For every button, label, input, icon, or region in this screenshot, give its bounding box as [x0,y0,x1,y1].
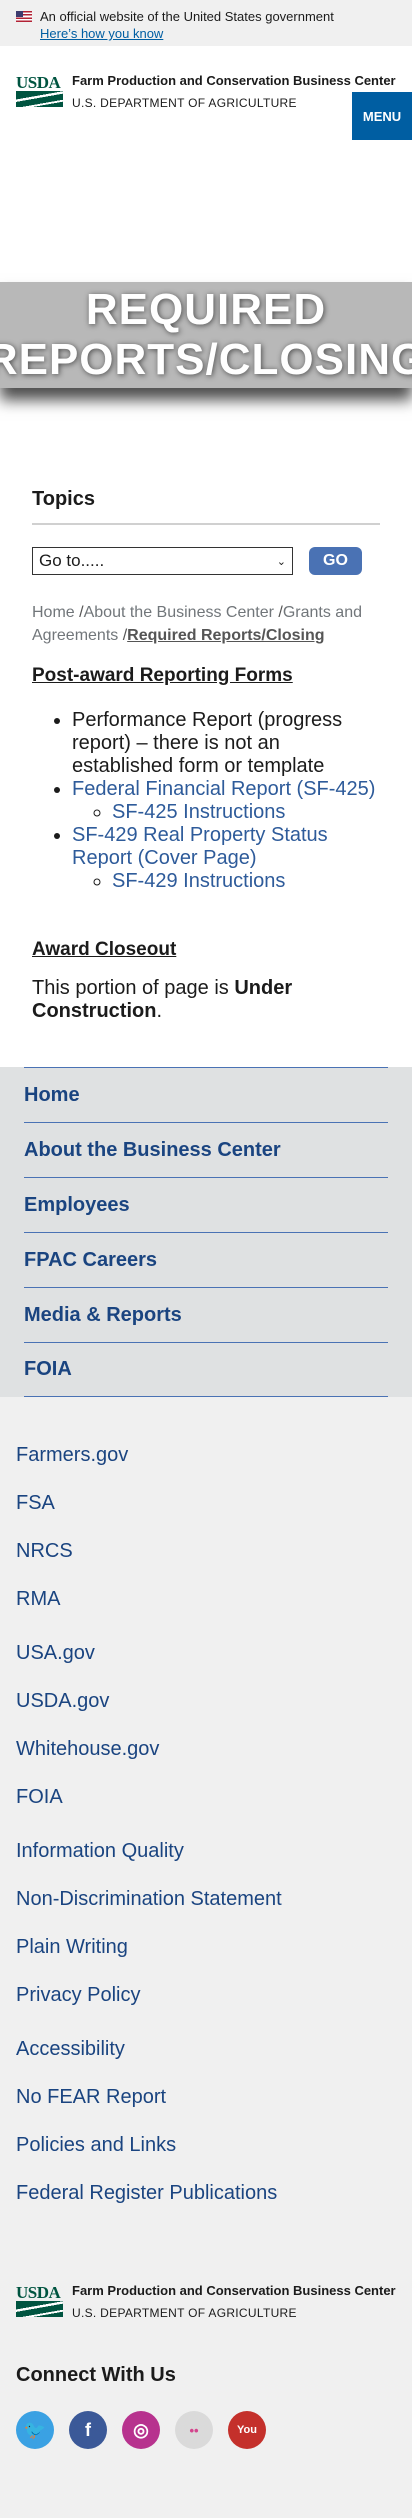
construction-prefix: This portion of page is [32,977,235,999]
usda-logo-text: USDA [16,2283,61,2302]
twitter-icon[interactable]: 🐦 [16,2411,54,2449]
footer-link[interactable]: Policies and Links [16,2133,396,2181]
agency-name: Farm Production and Conservation Busines… [72,73,396,88]
footer-link[interactable]: Non-Discrimination Statement [16,1887,396,1935]
facebook-icon[interactable]: f [69,2411,107,2449]
breadcrumb: Home /About the Business Center /Grants … [32,601,380,647]
breadcrumb-home[interactable]: Home [32,604,75,621]
sub-list: SF-429 Instructions [72,870,380,893]
footer-usda-logo[interactable]: USDA [16,2284,63,2317]
award-closeout-title: Award Closeout [32,939,177,960]
footer-identity: USDA Farm Production and Conservation Bu… [0,2229,412,2320]
footer-link[interactable]: FOIA [16,1785,396,1833]
footer-nav-home[interactable]: Home [24,1067,388,1122]
footer-link[interactable]: Information Quality [16,1839,396,1887]
main-content: Topics Go to..... ⌄ GO Home /About the B… [0,388,412,1023]
footer-link[interactable]: NRCS [16,1539,396,1587]
topics-title: Topics [32,488,380,525]
usda-logo[interactable]: USDA [16,74,63,107]
goto-select-value: Go to..... [39,551,105,570]
footer-link[interactable]: Privacy Policy [16,1983,396,2031]
goto-select[interactable]: Go to..... ⌄ [32,547,293,575]
usda-logo-sweep-icon [16,2301,63,2317]
reporting-forms-list: Performance Report (progress report) – t… [32,709,380,893]
sf429-link[interactable]: SF-429 Real Property Status Report (Cove… [72,824,328,869]
footer-nav-media[interactable]: Media & Reports [24,1287,388,1342]
footer-nav-foia[interactable]: FOIA [24,1342,388,1397]
construction-suffix: . [156,1000,162,1022]
chevron-down-icon: ⌄ [276,555,286,568]
footer-links: Farmers.gov FSA NRCS RMA USA.gov USDA.go… [0,1397,412,2229]
post-award-title: Post-award Reporting Forms [32,665,293,686]
footer-link[interactable]: Accessibility [16,2037,396,2085]
footer-link[interactable]: USA.gov [16,1641,396,1689]
footer-link[interactable]: RMA [16,1587,396,1635]
footer-link[interactable]: FSA [16,1491,396,1539]
hero-banner: REQUIRED REPORTS/CLOSING [0,282,412,388]
usda-logo-text: USDA [16,73,61,92]
page-title: REQUIRED REPORTS/CLOSING [0,285,412,384]
footer-agency-name: Farm Production and Conservation Busines… [72,2283,396,2298]
footer-link[interactable]: Farmers.gov [16,1443,396,1491]
list-item: Performance Report (progress report) – t… [72,709,380,778]
connect-title: Connect With Us [16,2364,176,2386]
department-name: U.S. DEPARTMENT OF AGRICULTURE [72,96,297,110]
site-header: USDA Farm Production and Conservation Bu… [0,46,412,140]
footer-nav-employees[interactable]: Employees [24,1177,388,1232]
footer-nav: Home About the Business Center Employees… [0,1067,412,1397]
sf425-instructions-link[interactable]: SF-425 Instructions [112,801,285,823]
menu-button[interactable]: MENU [352,92,412,140]
footer-link[interactable]: No FEAR Report [16,2085,396,2133]
list-item: SF-425 Instructions [112,801,380,824]
heres-how-you-know-link[interactable]: Here’s how you know [40,25,396,42]
footer-link[interactable]: Federal Register Publications [16,2181,396,2229]
agency-identity: Farm Production and Conservation Busines… [72,74,396,140]
footer-link[interactable]: USDA.gov [16,1689,396,1737]
list-item: SF-429 Instructions [112,870,380,893]
connect-section: Connect With Us 🐦 f ◎ •• You [0,2320,412,2518]
footer-link[interactable]: Whitehouse.gov [16,1737,396,1785]
us-flag-icon [16,11,32,22]
sf429-instructions-link[interactable]: SF-429 Instructions [112,870,285,892]
agency-links: Farmers.gov FSA NRCS RMA [16,1443,396,1635]
compliance-links: Accessibility No FEAR Report Policies an… [16,2037,396,2229]
list-item: SF-429 Real Property Status Report (Cove… [72,824,380,893]
instagram-icon[interactable]: ◎ [122,2411,160,2449]
breadcrumb-about[interactable]: About the Business Center [84,604,274,621]
footer-department-name: U.S. DEPARTMENT OF AGRICULTURE [72,2306,297,2320]
construction-notice: This portion of page is Under Constructi… [32,977,380,1023]
youtube-icon[interactable]: You [228,2411,266,2449]
footer-nav-about[interactable]: About the Business Center [24,1122,388,1177]
gov-banner: An official website of the United States… [0,0,412,46]
social-icons: 🐦 f ◎ •• You [16,2411,396,2449]
gov-banner-text: An official website of the United States… [40,9,334,24]
topics-nav: Go to..... ⌄ GO [32,547,380,575]
go-button[interactable]: GO [309,547,362,575]
policy-links: Information Quality Non-Discrimination S… [16,1839,396,2031]
footer-agency: Farm Production and Conservation Busines… [72,2283,396,2321]
government-links: USA.gov USDA.gov Whitehouse.gov FOIA [16,1641,396,1833]
footer-link[interactable]: Plain Writing [16,1935,396,1983]
sf425-link[interactable]: Federal Financial Report (SF-425) [72,778,375,800]
breadcrumb-current: Required Reports/Closing [127,627,325,644]
footer-nav-careers[interactable]: FPAC Careers [24,1232,388,1287]
usda-logo-sweep-icon [16,91,63,107]
sub-list: SF-425 Instructions [72,801,380,824]
list-item: Federal Financial Report (SF-425) SF-425… [72,778,380,824]
flickr-icon[interactable]: •• [175,2411,213,2449]
